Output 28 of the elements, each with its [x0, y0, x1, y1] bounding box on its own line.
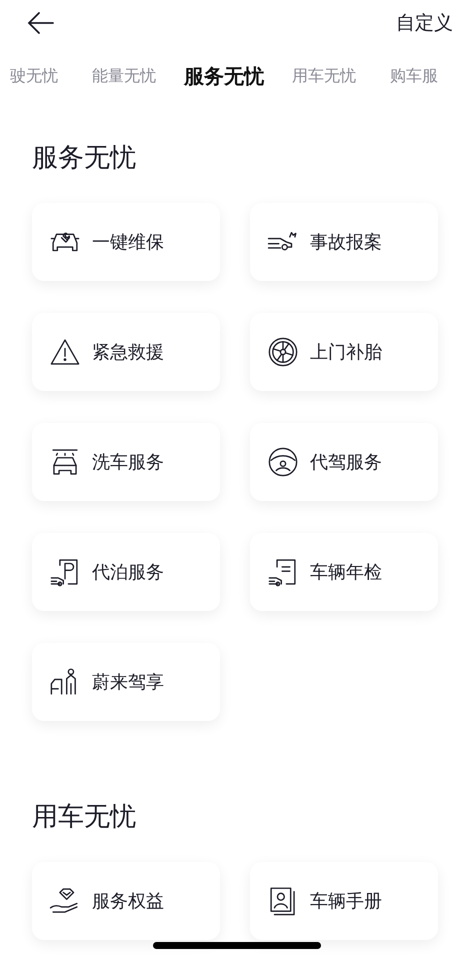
customize-link[interactable]: 自定义 — [396, 10, 453, 36]
service-label: 一键维保 — [92, 231, 164, 254]
category-tab[interactable]: 服务无忧 — [184, 62, 264, 90]
service-label: 紧急救援 — [92, 341, 164, 364]
service-card[interactable]: 上门补胎 — [250, 313, 438, 391]
service-card[interactable]: 车辆年检 — [250, 533, 438, 611]
service-card[interactable]: 蔚来驾享 — [32, 643, 220, 721]
service-label: 代驾服务 — [310, 451, 382, 474]
service-label: 车辆年检 — [310, 561, 382, 584]
service-card[interactable]: 洗车服务 — [32, 423, 220, 501]
service-card[interactable]: 紧急救援 — [32, 313, 220, 391]
tire-icon — [266, 335, 300, 369]
service-card[interactable]: 一键维保 — [32, 203, 220, 281]
service-card[interactable]: 代泊服务 — [32, 533, 220, 611]
steering-wheel-icon — [266, 445, 300, 479]
service-label: 代泊服务 — [92, 561, 164, 584]
service-label: 事故报案 — [310, 231, 382, 254]
section-title: 用车无忧 — [32, 801, 137, 834]
service-label: 洗车服务 — [92, 451, 164, 474]
service-label: 蔚来驾享 — [92, 671, 164, 694]
service-label: 上门补胎 — [310, 341, 382, 364]
section-title: 服务无忧 — [32, 142, 137, 175]
service-card[interactable]: 事故报案 — [250, 203, 438, 281]
service-card[interactable]: 服务权益 — [32, 862, 220, 940]
service-label: 车辆手册 — [310, 890, 382, 913]
service-card[interactable]: 车辆手册 — [250, 862, 438, 940]
service-card[interactable]: 代驾服务 — [250, 423, 438, 501]
service-label: 服务权益 — [92, 890, 164, 913]
